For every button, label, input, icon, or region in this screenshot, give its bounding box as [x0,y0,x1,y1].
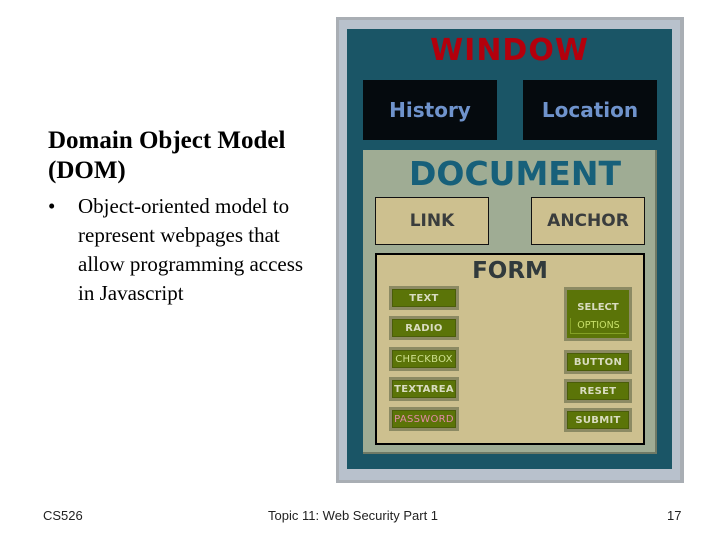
form-element-label: PASSWORD [392,410,456,428]
document-object-label: DOCUMENT [409,154,621,193]
form-element-checkbox: CHECKBOX [389,347,459,371]
footer-course: CS526 [43,508,83,523]
bullet-text: Object-oriented model to represent webpa… [78,194,304,305]
bullet-marker: • [48,194,56,218]
options-label: OPTIONS [570,318,626,334]
form-element-label: RESET [567,382,629,400]
link-object-box: LINK [375,197,489,245]
history-object-label: History [389,98,471,122]
slide-title: Domain Object Model (DOM) [48,127,286,184]
form-element-label: CHECKBOX [392,350,456,368]
bullet-item: • Object-oriented model to represent web… [48,192,318,308]
select-label: SELECT [577,302,619,313]
form-element-label: SUBMIT [567,411,629,429]
window-object-label: WINDOW [430,33,589,68]
select-box: SELECT OPTIONS [567,290,629,338]
form-object-label: FORM [472,258,548,284]
location-object-label: Location [541,98,639,122]
form-element-textarea: TEXTAREA [389,377,459,401]
footer-page-number: 17 [667,508,682,523]
form-element-label: TEXTAREA [392,380,456,398]
form-element-label: BUTTON [567,353,629,371]
history-object-box: History [363,80,497,140]
form-element-label: RADIO [392,319,456,337]
form-element-password: PASSWORD [389,407,459,431]
anchor-object-label: ANCHOR [547,211,629,231]
anchor-object-box: ANCHOR [531,197,645,245]
form-element-button: BUTTON [564,350,632,374]
location-object-box: Location [523,80,657,140]
form-element-submit: SUBMIT [564,408,632,432]
form-element-radio: RADIO [389,316,459,340]
form-element-reset: RESET [564,379,632,403]
form-element-text: TEXT [389,286,459,310]
form-element-select: SELECT OPTIONS [564,287,632,341]
link-object-label: LINK [409,211,455,231]
footer-topic: Topic 11: Web Security Part 1 [268,508,439,523]
form-element-label: TEXT [392,289,456,307]
